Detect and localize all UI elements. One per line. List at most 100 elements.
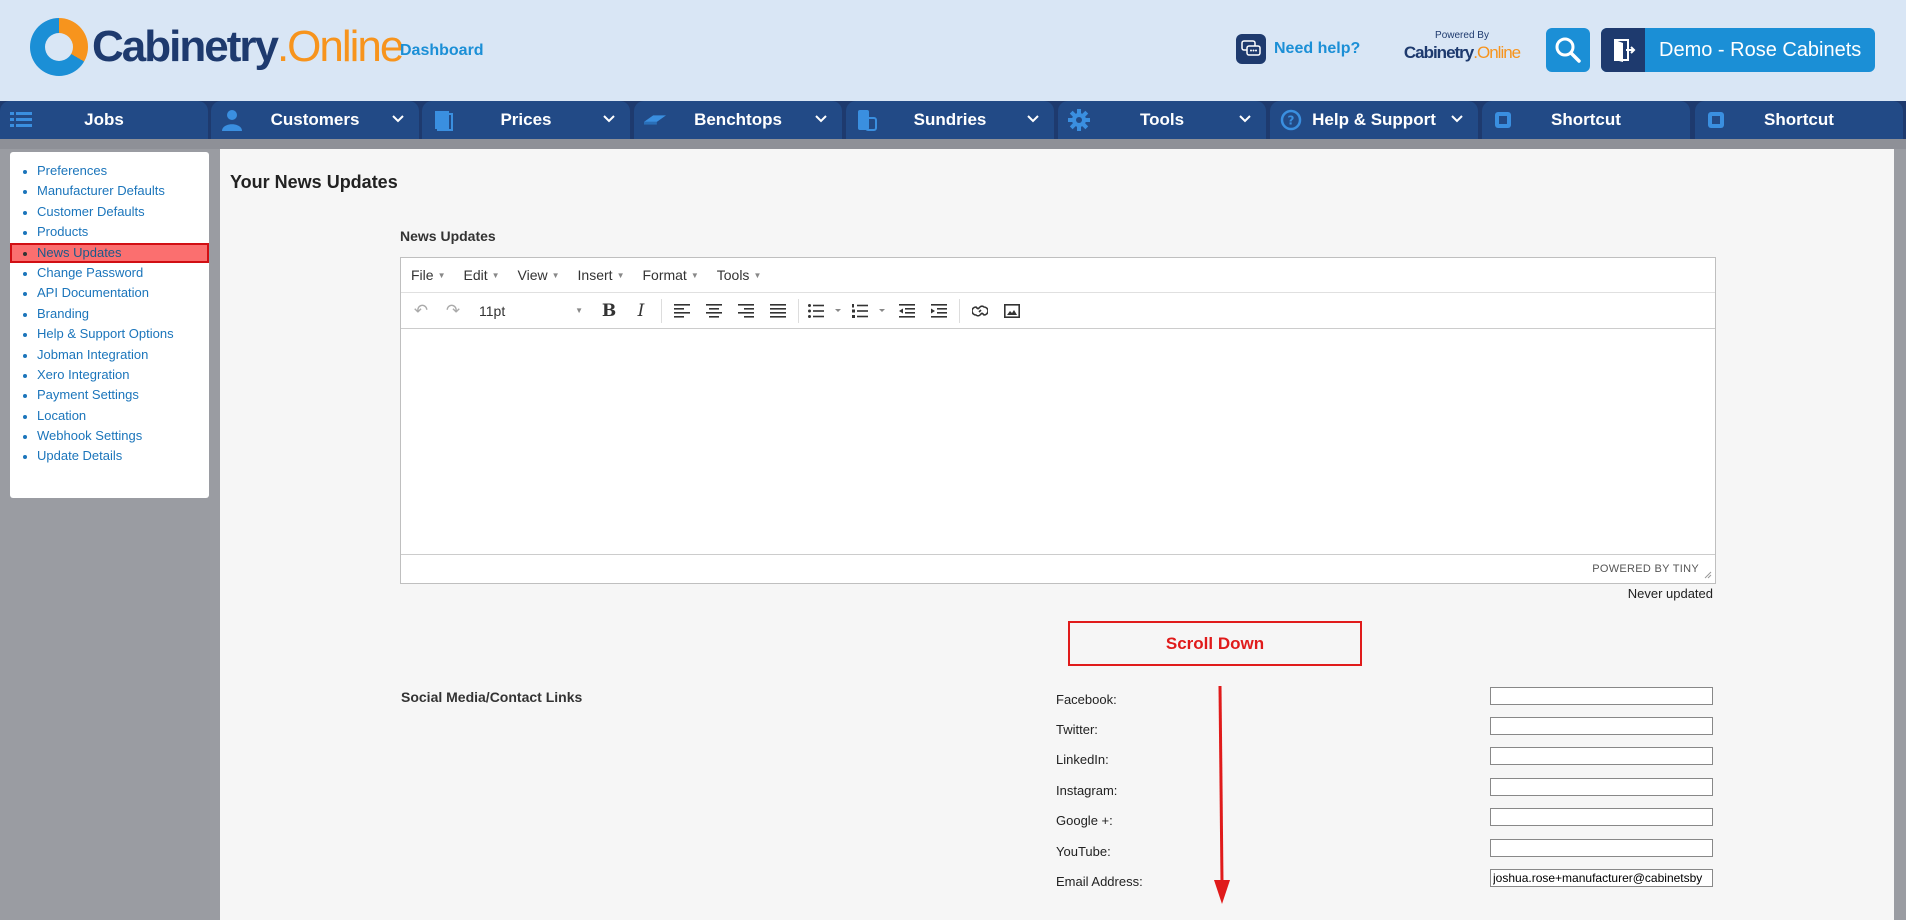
caret-down-icon: ▼ [575,306,583,315]
nav-tab-sundries[interactable]: Sundries [846,101,1054,139]
editor-menu-view[interactable]: View ▼ [518,267,560,283]
sidebar-item-xero-integration[interactable]: Xero Integration [10,365,209,385]
user-account-button[interactable]: Demo - Rose Cabinets [1601,28,1875,72]
bold-icon[interactable]: B [595,297,623,325]
sidebar-item-customer-defaults[interactable]: Customer Defaults [10,202,209,222]
caret-down-icon: ▼ [690,270,699,280]
logo-text-part1: Cabinetry [92,22,279,71]
sidebar-item-preferences[interactable]: Preferences [10,161,209,181]
editor-menu-file[interactable]: File ▼ [411,267,445,283]
logo-text-part2: .Online [276,22,404,71]
linkedin-label: LinkedIn: [1056,752,1109,767]
sidebar-item-payment-settings[interactable]: Payment Settings [10,385,209,405]
facebook-input[interactable] [1490,687,1713,705]
editor-menu-edit[interactable]: Edit ▼ [463,267,499,283]
caret-down-icon: ▼ [616,270,625,280]
editor-menu-tools[interactable]: Tools ▼ [717,267,762,283]
chevron-down-icon [603,115,615,123]
caret-down-icon: ▼ [437,270,446,280]
sidebar-item-change-password[interactable]: Change Password [10,263,209,283]
nav-tab-shortcut-2[interactable]: Shortcut [1695,101,1903,139]
caret-down-icon: ▼ [491,270,500,280]
twitter-row: Twitter: [1056,717,1718,747]
resize-handle-icon[interactable] [1704,571,1712,579]
right-gutter [1894,149,1906,920]
nav-tab-shortcut-1[interactable]: Shortcut [1482,101,1690,139]
nav-tab-label: Prices [500,110,552,129]
numbered-list-icon[interactable] [849,297,889,325]
chevron-down-icon [815,115,827,123]
cabinetry-online-logo[interactable]: Cabinetry.Online [30,18,404,76]
editor-statusbar: POWERED BY TINY [401,554,1715,582]
nav-tab-jobs[interactable]: Jobs [0,101,208,139]
align-right-icon[interactable] [732,297,760,325]
sidebar-item-jobman-integration[interactable]: Jobman Integration [10,345,209,365]
email-input[interactable] [1490,869,1713,887]
last-updated-text: Never updated [1627,586,1713,601]
editor-menu-insert[interactable]: Insert ▼ [578,267,625,283]
page-title: Your News Updates [230,172,398,192]
instagram-input[interactable] [1490,778,1713,796]
news-editor: File ▼ Edit ▼ View ▼ Insert ▼ Format ▼ Tools ▼… [400,257,1716,584]
sidebar-item-api-documentation[interactable]: API Documentation [10,283,209,303]
nav-tab-benchtops[interactable]: Benchtops [634,101,842,139]
instagram-label: Instagram: [1056,783,1118,798]
linkedin-row: LinkedIn: [1056,747,1718,777]
indent-icon[interactable] [925,297,953,325]
powered-by-badge: Powered By Cabinetry.Online [1392,30,1532,63]
align-center-icon[interactable] [700,297,728,325]
nav-tab-help-support[interactable]: ? Help & Support [1270,101,1478,139]
nav-tab-prices[interactable]: Prices [422,101,630,139]
logout-door-icon [1601,28,1645,72]
align-left-icon[interactable] [668,297,696,325]
powered-by-name-part1: Cabinetry [1403,43,1474,62]
search-button[interactable] [1546,28,1590,72]
instagram-row: Instagram: [1056,778,1718,808]
nav-tab-label: Tools [1139,110,1185,129]
social-links-label: Social Media/Contact Links [401,689,583,705]
email-label: Email Address: [1056,874,1143,889]
font-size-select[interactable]: 11pt ▼ [471,297,591,325]
editor-menubar: File ▼ Edit ▼ View ▼ Insert ▼ Format ▼ Tools ▼ [401,258,1715,293]
nav-tab-label: Shortcut [1551,110,1621,129]
sidebar-item-branding[interactable]: Branding [10,304,209,324]
redo-icon[interactable]: ↷ [439,297,467,325]
undo-icon[interactable]: ↶ [407,297,435,325]
scroll-down-annotation: Scroll Down [1068,621,1362,666]
google-plus-label: Google +: [1056,813,1113,828]
image-icon[interactable] [998,297,1026,325]
need-help-button[interactable]: Need help? [1236,34,1360,64]
italic-icon[interactable]: I [627,297,655,325]
sidebar-item-manufacturer-defaults[interactable]: Manufacturer Defaults [10,181,209,201]
twitter-input[interactable] [1490,717,1713,735]
chat-help-icon [1236,34,1266,64]
google-plus-row: Google +: [1056,808,1718,838]
sidebar-item-webhook-settings[interactable]: Webhook Settings [10,426,209,446]
link-icon[interactable] [966,297,994,325]
align-justify-icon[interactable] [764,297,792,325]
sidebar-item-update-details[interactable]: Update Details [10,446,209,466]
sidebar-item-news-updates[interactable]: News Updates [10,242,209,263]
nav-tab-label: Jobs [84,110,124,129]
sidebar-item-help-support-options[interactable]: Help & Support Options [10,324,209,344]
sidebar-item-products[interactable]: Products [10,222,209,242]
dashboard-link[interactable]: Dashboard [400,42,484,60]
chevron-down-icon [1239,115,1251,123]
bullet-list-icon[interactable] [805,297,845,325]
nav-tab-tools[interactable]: Tools [1058,101,1266,139]
google-plus-input[interactable] [1490,808,1713,826]
linkedin-input[interactable] [1490,747,1713,765]
youtube-input[interactable] [1490,839,1713,857]
editor-content-area[interactable] [401,329,1715,554]
sidebar-item-location[interactable]: Location [10,406,209,426]
facebook-label: Facebook: [1056,692,1117,707]
nav-tab-label: Benchtops [694,110,782,129]
app-header: Cabinetry.Online Dashboard Need help? Po… [0,0,1906,101]
news-updates-label: News Updates [400,228,496,244]
user-account-label: Demo - Rose Cabinets [1659,38,1862,61]
powered-by-tiny[interactable]: POWERED BY TINY [1592,563,1699,575]
youtube-row: YouTube: [1056,839,1718,869]
outdent-icon[interactable] [893,297,921,325]
nav-tab-customers[interactable]: Customers [211,101,419,139]
editor-menu-format[interactable]: Format ▼ [642,267,698,283]
